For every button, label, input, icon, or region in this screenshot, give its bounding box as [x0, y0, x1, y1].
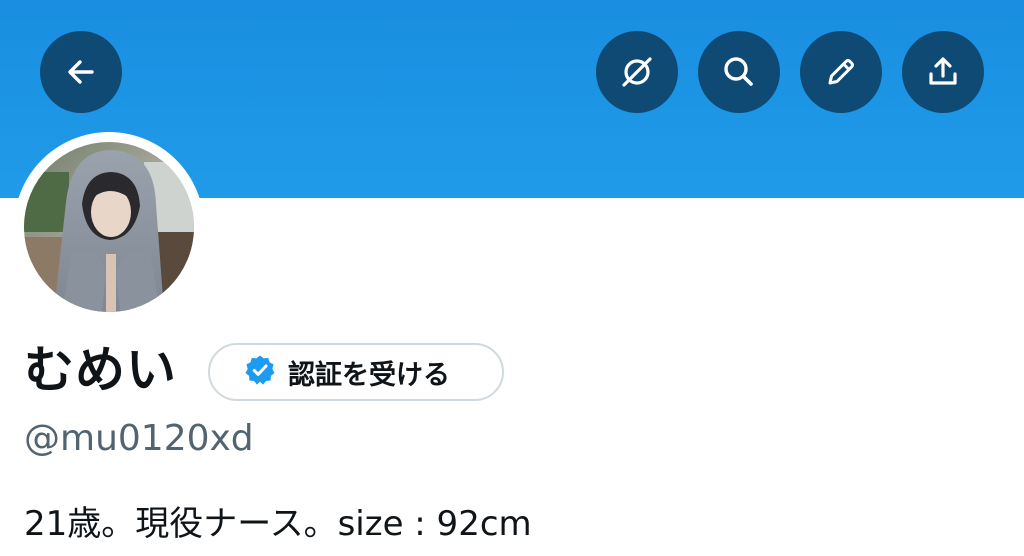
search-button[interactable]	[698, 31, 780, 113]
profile-bio: 21歳。現役ナース。size : 92cm	[24, 504, 532, 544]
avatar[interactable]	[24, 142, 194, 312]
get-verified-button[interactable]: 認証を受ける	[208, 343, 504, 401]
profile-page: むめい 認証を受ける @mu0120xd 21歳。現役ナース。size : 92…	[0, 0, 1024, 556]
share-button[interactable]	[902, 31, 984, 113]
pencil-edit-icon	[821, 52, 861, 92]
verified-badge-icon	[244, 354, 276, 390]
edit-button[interactable]	[800, 31, 882, 113]
search-icon	[719, 52, 759, 92]
user-handle: @mu0120xd	[24, 418, 254, 459]
mute-off-icon	[617, 52, 657, 92]
back-button[interactable]	[40, 31, 122, 113]
share-upload-icon	[923, 52, 963, 92]
get-verified-label: 認証を受ける	[288, 359, 450, 391]
mute-button[interactable]	[596, 31, 678, 113]
display-name: むめい	[24, 341, 177, 399]
arrow-left-icon	[63, 54, 99, 90]
